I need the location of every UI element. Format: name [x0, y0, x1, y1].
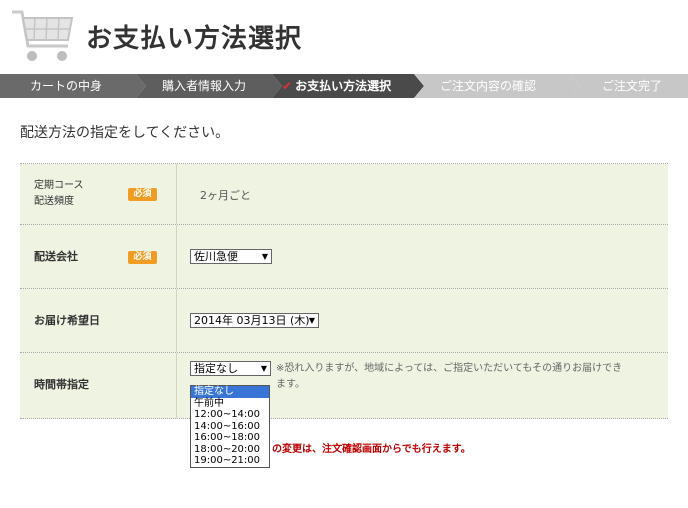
course-label-line2: 配送頻度	[34, 196, 74, 207]
course-row: 定期コース 配送頻度 必須 2ヶ月ごと	[20, 164, 668, 225]
time-slot-option[interactable]: 14:00~16:00	[191, 421, 269, 433]
time-slot-select[interactable]: 指定なし ▼	[190, 361, 271, 376]
delivery-date-label: お届け希望日	[34, 314, 100, 327]
step-cart: カートの中身	[30, 79, 103, 93]
dropdown-arrow-icon: ▼	[308, 316, 315, 325]
delivery-form: 定期コース 配送頻度 必須 2ヶ月ごと 配送会社 必須 佐川急便 ▼ お届け希望…	[20, 163, 668, 419]
carrier-row: 配送会社 必須 佐川急便 ▼	[20, 225, 668, 289]
time-slot-row: 時間帯指定 指定なし ▼ ※恐れ入りますが、地域によっては、ご指定いただいてもそ…	[20, 353, 668, 419]
header: お支払い方法選択	[0, 0, 688, 74]
delivery-date-value: 2014年 03月13日 (木)	[194, 314, 310, 327]
delivery-date-row: お届け希望日 2014年 03月13日 (木) ▼	[20, 289, 668, 353]
carrier-label: 配送会社	[34, 250, 78, 263]
required-badge: 必須	[128, 188, 157, 201]
course-label-line1: 定期コース	[34, 180, 84, 191]
time-slot-option[interactable]: 指定なし	[191, 386, 269, 398]
step-buyer-info: 購入者情報入力	[162, 79, 247, 93]
time-slot-option[interactable]: 12:00~14:00	[191, 409, 269, 421]
time-slot-option[interactable]: 18:00~20:00	[191, 444, 269, 456]
time-slot-dropdown-list[interactable]: 指定なし 午前中 12:00~14:00 14:00~16:00 16:00~1…	[190, 385, 270, 468]
dropdown-arrow-icon: ▼	[261, 252, 268, 261]
page-title: お支払い方法選択	[86, 24, 303, 54]
time-slot-option[interactable]: 午前中	[191, 398, 269, 410]
change-note: の変更は、注文確認画面からでも行えます。	[272, 444, 471, 455]
time-slot-label: 時間帯指定	[34, 378, 89, 391]
dropdown-arrow-icon: ▼	[260, 364, 267, 373]
step-payment: ✔ お支払い方法選択	[282, 74, 391, 98]
course-value: 2ヶ月ごと	[200, 189, 251, 202]
time-slot-note-line1: ※恐れ入りますが、地域によっては、ご指定いただいてもその通りお届けでき	[276, 363, 623, 374]
check-icon: ✔	[282, 79, 293, 93]
checkout-steps: カートの中身 購入者情報入力 ✔ お支払い方法選択 ご注文内容の確認 ご注文完了	[0, 74, 688, 98]
course-label: 定期コース 配送頻度	[34, 178, 84, 210]
instruction-text: 配送方法の指定をしてください。	[20, 125, 230, 141]
shopping-cart-icon	[12, 10, 74, 61]
time-slot-option[interactable]: 16:00~18:00	[191, 432, 269, 444]
carrier-select[interactable]: 佐川急便 ▼	[190, 249, 272, 264]
step-confirm: ご注文内容の確認	[440, 79, 537, 93]
required-badge: 必須	[128, 251, 157, 264]
time-slot-option[interactable]: 19:00~21:00	[191, 455, 269, 467]
step-complete: ご注文完了	[602, 79, 663, 93]
delivery-date-select[interactable]: 2014年 03月13日 (木) ▼	[190, 313, 319, 328]
time-slot-value: 指定なし	[194, 362, 238, 375]
carrier-select-value: 佐川急便	[194, 250, 238, 263]
step-payment-label: お支払い方法選択	[295, 79, 392, 93]
time-slot-note-line2: ます。	[276, 379, 305, 390]
